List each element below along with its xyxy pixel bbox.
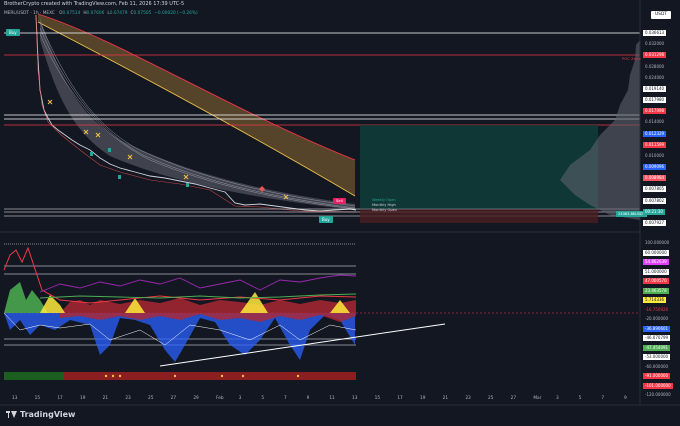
oscillator-axis-label: -46.070799	[643, 335, 671, 341]
oscillator-axis-label: -120.000000	[645, 392, 671, 397]
line-purple	[39, 274, 357, 293]
oscillator-axis-label: 23.463578	[643, 287, 669, 294]
price-axis-label: 0.010000	[645, 152, 665, 158]
price-axis-label: 0.007802	[643, 197, 667, 204]
oscillator-axis-label: -36.890601	[643, 325, 671, 332]
ohlc-change: −0.00020 (−0.26%)	[154, 11, 198, 16]
signal-bar-red	[64, 372, 356, 380]
time-axis-label: 23	[465, 396, 471, 401]
oscillator-axis-label: -20.000000	[645, 316, 669, 321]
time-axis-label: 29	[193, 396, 199, 401]
price-axis-label: 0.008984	[643, 175, 667, 182]
oscillator-axis-label: -60.000000	[645, 363, 669, 369]
time-axis-label: 9	[624, 396, 627, 401]
wave-blue	[4, 313, 355, 362]
time-axis-label: 5	[578, 396, 582, 401]
oscillator-axis-label: 54.862639	[643, 259, 669, 265]
oscillator-axis-label: 51.000000	[643, 268, 669, 275]
ohlc-h: H0.07606	[83, 11, 105, 16]
price-axis-label: 0.019140	[643, 85, 667, 92]
time-axis-label: 19	[420, 396, 426, 401]
tradingview-logo-icon	[6, 411, 17, 418]
time-axis-label: Feb	[216, 396, 224, 401]
price-axis-label: 0.036613	[643, 30, 667, 36]
ohlc-l: L0.07479	[107, 11, 128, 16]
price-axis-label: 0.017098	[643, 108, 667, 115]
oscillator-axis-label: -101.000000	[643, 382, 673, 389]
time-axis-label: 25	[488, 396, 494, 401]
oscillator-pane[interactable]	[3, 243, 640, 380]
price-axis-label: 0.031298	[643, 52, 667, 59]
time-axis-label: 13	[352, 396, 358, 401]
time-axis-label: 7	[284, 396, 287, 401]
signal-bar-green	[4, 372, 64, 380]
price-axis-label: 0.014000	[645, 119, 665, 125]
oscillator-axis-label: -16.750926	[645, 306, 669, 312]
time-axis-label: 17	[57, 396, 63, 401]
time-axis-label: 13	[12, 396, 18, 401]
price-axis-label: 00:21:30	[643, 208, 665, 215]
ohlc-o: O0.07514	[59, 11, 81, 16]
oscillator-axis-label: 47.000570	[643, 278, 669, 284]
buy-tag-2: Buy	[319, 216, 333, 223]
oscillator-axis-label: 100.000000	[645, 240, 670, 245]
oscillator-axis-label: -53.000000	[643, 354, 671, 360]
price-axis-label: 0.032000	[645, 41, 665, 47]
price-axis-label: 0.028000	[645, 63, 665, 69]
ohlc-c: C0.07505	[130, 11, 152, 16]
monthly-high-label: Monthly High	[372, 203, 396, 207]
ohlc-legend: MERL/USDT · 1h · MEXC O0.07514 H0.07606 L0…	[4, 11, 198, 16]
price-axis-label: 0.007805	[643, 186, 667, 193]
time-axis-label: 19	[80, 396, 86, 401]
time-axis-label: 17	[397, 396, 403, 401]
sell-tag: Sell	[333, 198, 346, 204]
monthly-open-label: Monthly Open	[372, 208, 398, 212]
price-axis-label: 0.024000	[645, 74, 665, 80]
chart-title: BrotherCrypto created with TradingView.c…	[4, 1, 185, 7]
chart-canvas[interactable]	[0, 0, 680, 426]
price-pane[interactable]	[4, 13, 640, 223]
oscillator-axis-label: 60.000000	[643, 249, 669, 256]
time-axis-label: 7	[601, 396, 605, 401]
oscillator-axis-label: 5.714336	[643, 297, 667, 303]
time-axis-label: 25	[148, 396, 154, 401]
time-axis-label: 15	[34, 396, 41, 401]
time-axis-label: 27	[170, 396, 177, 401]
time-axis-label: 11	[329, 396, 335, 401]
symbol-label[interactable]: MERL/USDT · 1h · MEXC	[4, 11, 55, 16]
oscillator-axis-label: -47.454091	[643, 344, 671, 351]
time-axis-label: 3	[238, 396, 242, 401]
buy-tag: Buy	[6, 29, 20, 36]
price-axis-label: 0.017980	[643, 97, 667, 104]
time-axis-label: Mar	[533, 396, 542, 401]
time-axis-label: 21	[442, 396, 449, 401]
time-axis[interactable]: 13 15 17 19 21 23 25 27 29 Feb 3 5 7 9 11 13 15 17 19 21 23 2…	[0, 396, 640, 405]
weekly-open-label: Weekly Open	[372, 198, 396, 202]
price-axis-label: 0.011599	[643, 141, 667, 148]
time-axis-label: 23	[125, 396, 131, 401]
price-axis-label: 0.009096	[643, 164, 667, 171]
price-axis-label: 0.012329	[643, 130, 667, 137]
price-axis[interactable]: 0.036613 0.032000 0.031298 0.028000 0.024000…	[641, 0, 680, 232]
time-axis-label: 9	[306, 396, 310, 401]
time-axis-label: 3	[556, 396, 559, 401]
chart-stage: BrotherCrypto created with TradingView.c…	[0, 0, 680, 426]
oscillator-axis[interactable]: 100.000000 60.000000 54.862639 51.000000 47.…	[641, 232, 680, 405]
price-axis-label: 0.007927	[643, 220, 667, 226]
long-position-target[interactable]	[360, 125, 598, 209]
time-axis-label: 21	[102, 396, 109, 401]
poc-zone-label: POC Zone	[622, 56, 641, 61]
time-axis-label: 27	[510, 396, 517, 401]
tradingview-brand: TradingView	[6, 410, 75, 419]
brand-name: TradingView	[20, 410, 76, 419]
time-axis-label: 15	[374, 396, 381, 401]
line-red	[3, 246, 357, 304]
time-axis-label: 5	[261, 396, 265, 401]
oscillator-axis-label: -91.000000	[643, 373, 671, 379]
